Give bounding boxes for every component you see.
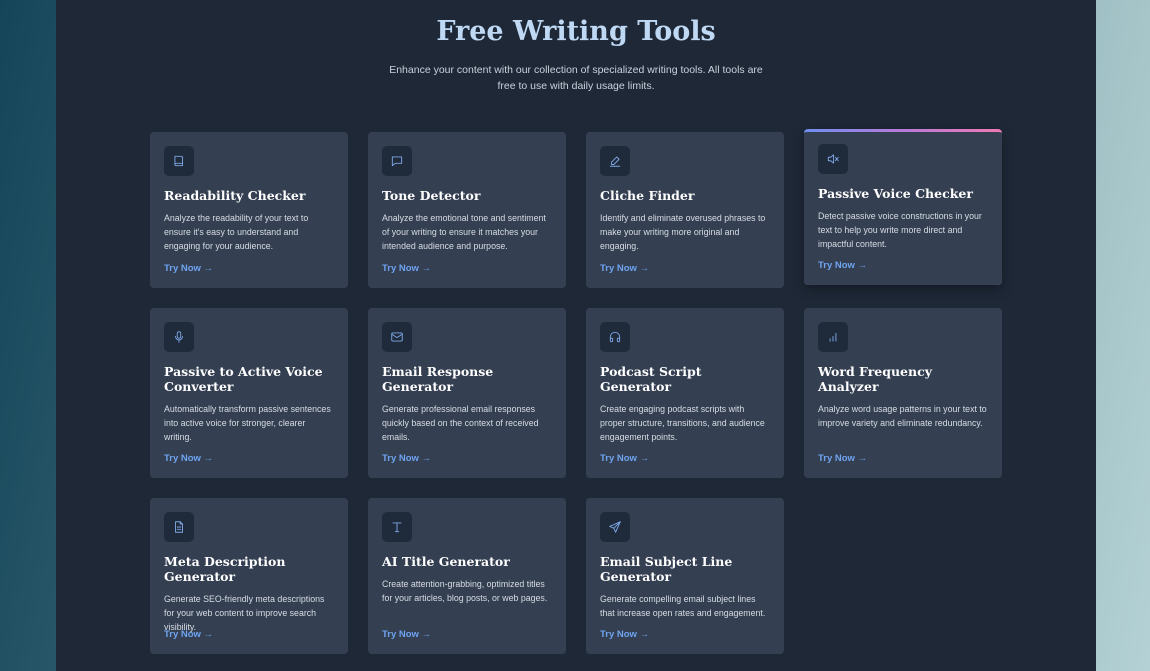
try-now-link[interactable]: Try Now →	[600, 263, 649, 274]
book-icon	[164, 146, 194, 176]
page-subtitle: Enhance your content with our collection…	[389, 64, 763, 92]
microphone-icon	[164, 322, 194, 352]
try-now-link[interactable]: Try Now →	[382, 453, 431, 464]
tool-card-ai-title-generator[interactable]: AI Title Generator Create attention-grab…	[368, 498, 566, 654]
card-title: Word Frequency Analyzer	[818, 364, 932, 394]
try-now-link[interactable]: Try Now →	[164, 453, 213, 464]
card-description: Identify and eliminate overused phrases …	[600, 213, 766, 251]
tool-card-passive-voice-checker[interactable]: Passive Voice Checker Detect passive voi…	[804, 129, 1002, 285]
type-icon	[382, 512, 412, 542]
card-title: Tone Detector	[382, 188, 481, 203]
card-description: Generate compelling email subject lines …	[600, 594, 766, 618]
card-title: AI Title Generator	[382, 554, 510, 569]
card-description: Automatically transform passive sentence…	[164, 404, 331, 442]
volume-x-icon	[818, 144, 848, 174]
main-panel: Free Writing Tools Enhance your content …	[56, 0, 1096, 671]
try-now-link[interactable]: Try Now →	[818, 453, 867, 464]
page-title: Free Writing Tools	[436, 16, 716, 47]
card-description: Create engaging podcast scripts with pro…	[600, 404, 765, 442]
mail-icon	[382, 322, 412, 352]
try-now-link[interactable]: Try Now →	[382, 263, 431, 274]
card-title: Cliche Finder	[600, 188, 695, 203]
card-title: Passive to Active Voice Converter	[164, 364, 323, 394]
card-title: Podcast Script Generator	[600, 364, 702, 394]
send-icon	[600, 512, 630, 542]
tool-card-passive-to-active-voice-converter[interactable]: Passive to Active Voice Converter Automa…	[150, 308, 348, 478]
card-description: Detect passive voice constructions in yo…	[818, 211, 982, 249]
try-now-link[interactable]: Try Now →	[164, 629, 213, 640]
card-description: Create attention-grabbing, optimized tit…	[382, 579, 548, 603]
tool-card-cliche-finder[interactable]: Cliche Finder Identify and eliminate ove…	[586, 132, 784, 288]
tool-card-meta-description-generator[interactable]: Meta Description Generator Generate SEO-…	[150, 498, 348, 654]
bar-chart-icon	[818, 322, 848, 352]
try-now-link[interactable]: Try Now →	[164, 263, 213, 274]
card-title: Email Response Generator	[382, 364, 494, 394]
tool-card-tone-detector[interactable]: Tone Detector Analyze the emotional tone…	[368, 132, 566, 288]
tool-card-readability-checker[interactable]: Readability Checker Analyze the readabil…	[150, 132, 348, 288]
card-title: Passive Voice Checker	[818, 186, 973, 201]
tool-card-podcast-script-generator[interactable]: Podcast Script Generator Create engaging…	[586, 308, 784, 478]
card-description: Generate SEO-friendly meta descriptions …	[164, 594, 325, 632]
tool-card-word-frequency-analyzer[interactable]: Word Frequency Analyzer Analyze word usa…	[804, 308, 1002, 478]
card-title: Meta Description Generator	[164, 554, 286, 584]
card-title: Readability Checker	[164, 188, 306, 203]
message-square-icon	[382, 146, 412, 176]
try-now-link[interactable]: Try Now →	[600, 453, 649, 464]
try-now-link[interactable]: Try Now →	[600, 629, 649, 640]
try-now-link[interactable]: Try Now →	[382, 629, 431, 640]
try-now-link[interactable]: Try Now →	[818, 260, 867, 271]
tool-card-email-subject-line-generator[interactable]: Email Subject Line Generator Generate co…	[586, 498, 784, 654]
headphones-icon	[600, 322, 630, 352]
card-description: Generate professional email responses qu…	[382, 404, 539, 442]
card-description: Analyze the emotional tone and sentiment…	[382, 213, 546, 251]
card-title: Email Subject Line Generator	[600, 554, 733, 584]
pen-icon	[600, 146, 630, 176]
card-description: Analyze word usage patterns in your text…	[818, 404, 987, 428]
card-description: Analyze the readability of your text to …	[164, 213, 309, 251]
tool-card-email-response-generator[interactable]: Email Response Generator Generate profes…	[368, 308, 566, 478]
file-text-icon	[164, 512, 194, 542]
